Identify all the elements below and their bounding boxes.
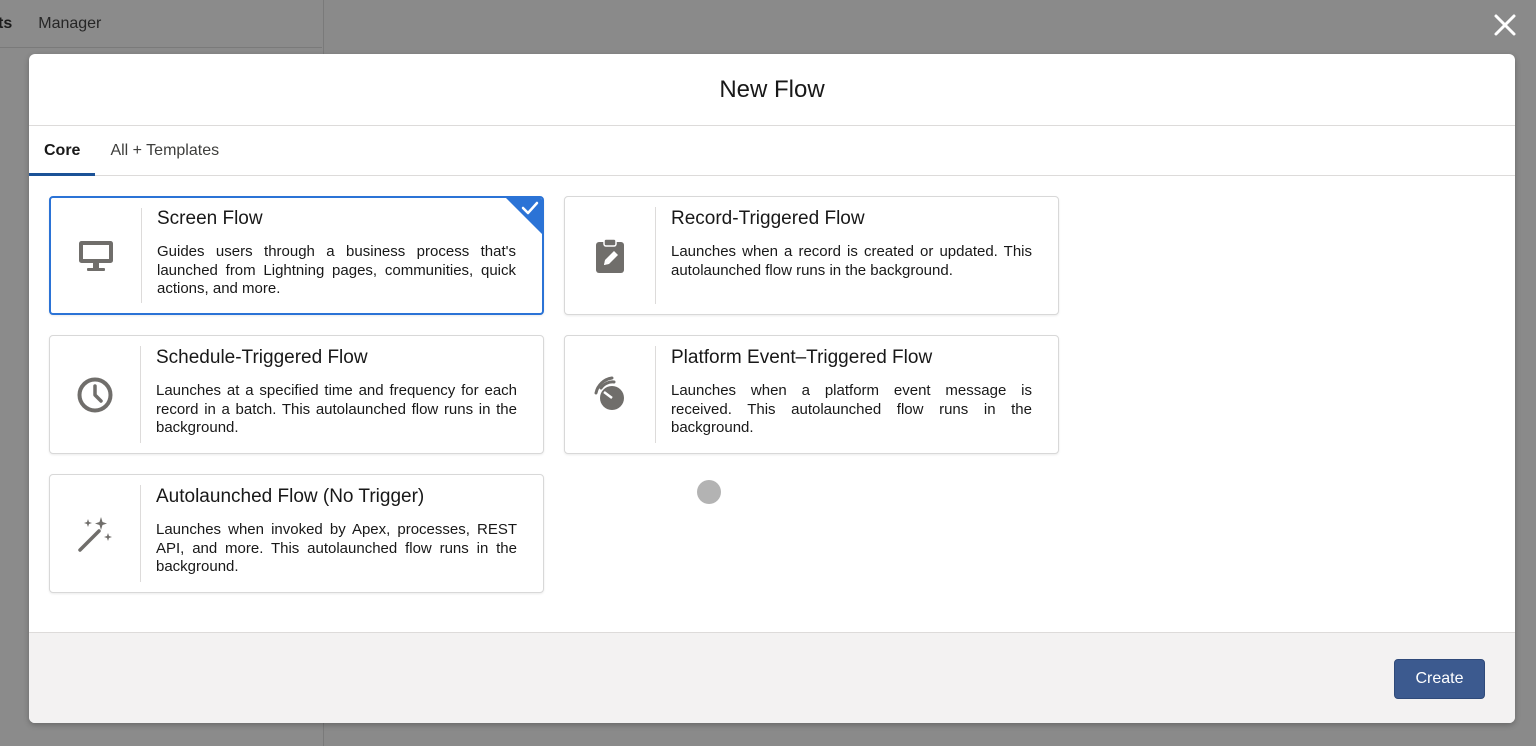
card-icon-wrapper	[565, 197, 655, 314]
card-icon-wrapper	[565, 336, 655, 453]
background-tab-bar: ts Manager	[0, 0, 322, 48]
create-button[interactable]: Create	[1394, 659, 1485, 699]
record-clipboard-icon	[596, 237, 624, 273]
desktop-icon	[79, 240, 113, 271]
card-title: Record-Triggered Flow	[671, 208, 865, 229]
card-body: Schedule-Triggered Flow Launches at a sp…	[141, 336, 543, 453]
card-description: Launches when a platform event message i…	[671, 382, 1032, 436]
platform-event-icon	[594, 376, 624, 410]
card-body: Autolaunched Flow (No Trigger) Launches …	[141, 475, 543, 592]
tab-core[interactable]: Core	[29, 126, 96, 176]
card-description: Launches at a specified time and frequen…	[156, 382, 517, 436]
close-button[interactable]	[1488, 8, 1522, 42]
flow-type-tabs: Core All + Templates	[29, 126, 1515, 176]
close-icon	[1494, 14, 1516, 36]
card-description: Launches when a record is created or upd…	[671, 243, 1032, 279]
modal-footer: Create	[29, 632, 1515, 723]
card-schedule-triggered-flow[interactable]: Schedule-Triggered Flow Launches at a sp…	[49, 335, 544, 454]
card-description: Launches when invoked by Apex, processes…	[156, 521, 517, 575]
card-title: Autolaunched Flow (No Trigger)	[156, 486, 425, 507]
background-tab-partial: ts	[0, 14, 13, 32]
card-body: Screen Flow Guides users through a busin…	[142, 198, 542, 313]
card-screen-flow[interactable]: Screen Flow Guides users through a busin…	[49, 196, 544, 315]
card-icon-wrapper	[51, 198, 141, 313]
new-flow-modal: New Flow Core All + Templates Screen Flo…	[29, 54, 1515, 723]
clock-icon	[77, 377, 113, 412]
card-description: Guides users through a business process …	[157, 243, 516, 297]
card-icon-wrapper	[50, 336, 140, 453]
card-icon-wrapper	[50, 475, 140, 592]
card-title: Platform Event–Triggered Flow	[671, 347, 933, 368]
card-title: Schedule-Triggered Flow	[156, 347, 368, 368]
flow-type-cards: Screen Flow Guides users through a busin…	[49, 196, 1059, 593]
cursor-indicator	[697, 480, 721, 504]
card-title: Screen Flow	[157, 208, 263, 229]
card-platform-event-triggered-flow[interactable]: Platform Event–Triggered Flow Launches w…	[564, 335, 1059, 454]
background-tab-manager: Manager	[38, 14, 102, 32]
modal-title: New Flow	[719, 75, 825, 103]
card-body: Platform Event–Triggered Flow Launches w…	[656, 336, 1058, 453]
tab-all-templates[interactable]: All + Templates	[95, 126, 234, 175]
selected-check-icon	[506, 198, 542, 234]
card-record-triggered-flow[interactable]: Record-Triggered Flow Launches when a re…	[564, 196, 1059, 315]
card-autolaunched-flow[interactable]: Autolaunched Flow (No Trigger) Launches …	[49, 474, 544, 593]
card-body: Record-Triggered Flow Launches when a re…	[656, 197, 1058, 314]
modal-header: New Flow	[29, 54, 1515, 126]
magic-wand-icon	[78, 516, 112, 552]
